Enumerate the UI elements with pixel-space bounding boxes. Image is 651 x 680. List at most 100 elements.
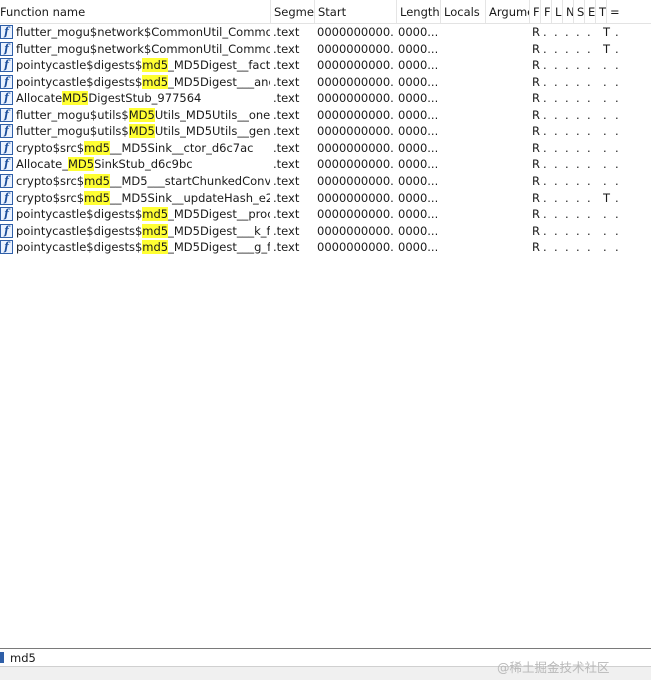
flag-cell: . — [603, 140, 607, 155]
flag-cell: . — [587, 157, 591, 172]
function-name-part: pointycastle$digests$ — [16, 74, 143, 89]
column-header-start[interactable]: Start — [315, 0, 397, 23]
watermark-text: @稀土掘金技术社区 — [497, 660, 610, 675]
segment-cell: .text — [273, 107, 300, 122]
flag-cell: . — [576, 41, 580, 56]
segment-cell: .text — [273, 58, 300, 73]
table-row[interactable]: f pointycastle$digests$md5_MD5Digest___an… — [0, 74, 651, 91]
function-name-part: Utils_MD5Utils__gene... — [154, 124, 270, 139]
flag-cell: . — [576, 240, 580, 255]
flag-cell: R — [532, 140, 540, 155]
segment-cell: .text — [273, 41, 300, 56]
function-icon: f — [0, 240, 13, 255]
flag-cell: . — [576, 140, 580, 155]
table-row[interactable]: f pointycastle$digests$md5_MD5Digest___g_… — [0, 239, 651, 256]
function-name-part: crypto$src$ — [16, 140, 85, 155]
function-icon-glyph: f — [4, 207, 9, 221]
flag-cell: . — [543, 25, 547, 39]
column-header-flag-7[interactable]: T — [596, 0, 607, 23]
function-name-part: Allocate_ — [16, 157, 68, 172]
column-header-locals[interactable]: Locals — [441, 0, 486, 23]
column-header-flag-6[interactable]: E — [585, 0, 596, 23]
function-name-part: __MD5___startChunkedConver... — [109, 173, 270, 188]
column-header-flag-2[interactable]: F — [541, 0, 552, 23]
segment-cell: .text — [273, 223, 300, 238]
length-cell: 0000... — [398, 223, 437, 238]
table-row[interactable]: f pointycastle$digests$md5_MD5Digest__pro… — [0, 206, 651, 223]
column-header-arguments[interactable]: Argume — [486, 0, 530, 23]
flag-cell: . — [587, 207, 591, 222]
flag-cell: . — [615, 223, 619, 238]
table-row[interactable]: f crypto$src$md5__MD5___startChunkedConve… — [0, 173, 651, 190]
function-name-cell: flutter_mogu$network$CommonUtil_Common..… — [16, 24, 270, 41]
flag-cell: . — [543, 74, 547, 89]
function-name-cell: pointycastle$digests$md5_MD5Digest__proc… — [16, 206, 270, 223]
flag-cell: R — [532, 190, 540, 205]
flag-cell: . — [615, 190, 619, 205]
table-row[interactable]: f flutter_mogu$utils$MD5Utils_MD5Utils__o… — [0, 107, 651, 124]
flag-cell: . — [603, 240, 607, 255]
flag-cell: . — [587, 107, 591, 122]
flag-cell: . — [576, 124, 580, 139]
start-address-cell: 0000000000... — [317, 74, 395, 89]
segment-cell: .text — [273, 25, 300, 39]
segment-cell: .text — [273, 91, 300, 106]
function-icon-glyph: f — [4, 107, 9, 121]
table-row[interactable]: f Allocate_MD5SinkStub_d6c9bc .text 0000000… — [0, 156, 651, 173]
function-name-part: SinkStub_d6c9bc — [94, 157, 193, 172]
table-row[interactable]: f crypto$src$md5__MD5Sink__ctor_d6c7ac .te… — [0, 140, 651, 157]
flag-cell: . — [587, 124, 591, 139]
column-header-flag-8[interactable]: = — [607, 0, 651, 23]
start-address-cell: 0000000000... — [317, 58, 395, 73]
column-header-segment[interactable]: Segme — [271, 0, 315, 23]
function-icon: f — [0, 107, 13, 122]
function-name-part: crypto$src$ — [16, 173, 85, 188]
column-header-length[interactable]: Length — [397, 0, 441, 23]
flag-cell: . — [554, 157, 558, 172]
table-row[interactable]: f flutter_mogu$utils$MD5Utils_MD5Utils__g… — [0, 123, 651, 140]
flag-cell: . — [565, 190, 569, 205]
flag-cell: . — [543, 124, 547, 139]
function-icon-glyph: f — [4, 58, 9, 72]
column-header-flag-5[interactable]: S — [574, 0, 585, 23]
table-row[interactable]: f flutter_mogu$network$CommonUtil_Common.… — [0, 24, 651, 41]
flag-cell: . — [554, 25, 558, 39]
search-match-highlight: md5 — [142, 74, 169, 89]
column-header-flag-1[interactable]: F — [530, 0, 541, 23]
flag-cell: . — [587, 240, 591, 255]
flag-cell: . — [587, 41, 591, 56]
flag-cell: . — [576, 223, 580, 238]
table-row[interactable]: f flutter_mogu$network$CommonUtil_Common.… — [0, 41, 651, 58]
function-icon: f — [0, 173, 13, 188]
flag-cell: . — [554, 140, 558, 155]
function-name-part: pointycastle$digests$ — [16, 207, 143, 222]
flag-cell: . — [565, 107, 569, 122]
function-name-part: flutter_mogu$utils$ — [16, 124, 129, 139]
flag-cell: R — [532, 91, 540, 106]
flag-cell: R — [532, 157, 540, 172]
table-row[interactable]: f crypto$src$md5__MD5Sink__updateHash_e2.… — [0, 190, 651, 207]
search-match-highlight: MD5 — [128, 124, 155, 139]
flag-cell: . — [554, 240, 558, 255]
quick-filter-input[interactable] — [10, 650, 480, 666]
flag-cell: . — [565, 91, 569, 106]
column-header-flag-4[interactable]: N — [563, 0, 574, 23]
function-name-cell: pointycastle$digests$md5_MD5Digest___ano… — [16, 74, 270, 91]
function-name-part: DigestStub_977564 — [88, 91, 202, 106]
function-name-cell: crypto$src$md5__MD5Sink__ctor_d6c7ac — [16, 140, 270, 157]
flag-cell: . — [603, 124, 607, 139]
function-name-cell: pointycastle$digests$md5_MD5Digest__fact… — [16, 57, 270, 74]
table-row[interactable]: f AllocateMD5DigestStub_977564 .text 000000… — [0, 90, 651, 107]
flag-cell: R — [532, 41, 540, 56]
function-name-part: Allocate — [16, 91, 63, 106]
flag-cell: . — [543, 58, 547, 73]
search-match-highlight: md5 — [142, 58, 169, 73]
table-row[interactable]: f pointycastle$digests$md5_MD5Digest___k_… — [0, 223, 651, 240]
start-address-cell: 0000000000... — [317, 41, 395, 56]
table-row[interactable]: f pointycastle$digests$md5_MD5Digest__fac… — [0, 57, 651, 74]
column-header-function-name[interactable]: Function name — [0, 0, 271, 23]
function-name-part: __MD5Sink__updateHash_e2... — [109, 190, 270, 205]
start-address-cell: 0000000000... — [317, 207, 395, 222]
flag-cell: . — [576, 58, 580, 73]
column-header-flag-3[interactable]: L — [552, 0, 563, 23]
